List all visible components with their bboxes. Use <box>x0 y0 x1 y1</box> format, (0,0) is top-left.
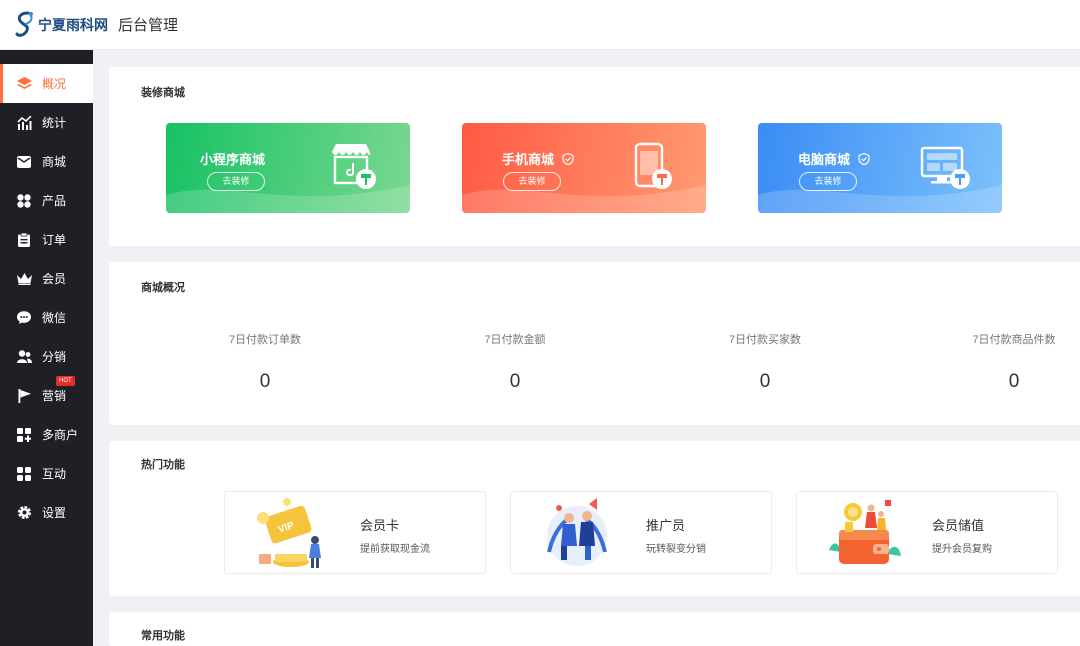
tile-title: 手机商城 <box>502 149 574 168</box>
sidebar-top-strip <box>0 50 93 64</box>
sidebar-item-label: 设置 <box>42 506 67 520</box>
layers-icon <box>16 76 32 92</box>
mobile-phone-icon <box>634 142 672 189</box>
clipboard-icon <box>16 232 32 248</box>
tile-miniprogram[interactable]: 小程序商城 去装修 <box>166 123 410 213</box>
stat-value: 0 <box>759 371 771 392</box>
sidebar-item-label: 分销 <box>42 350 67 364</box>
tile-title: 小程序商城 <box>200 149 265 168</box>
sidebar-item-label: 商城 <box>42 155 67 169</box>
stat-amount: 7日付款金额 0 <box>450 331 580 393</box>
gear-icon <box>16 505 32 521</box>
overview-title: 商城概况 <box>141 282 185 294</box>
vip-card-illustration: VIP <box>257 498 321 568</box>
sidebar-item-stats[interactable]: 统计 <box>0 103 93 142</box>
desktop-monitor-icon <box>920 146 970 189</box>
sidebar-item-label: 微信 <box>42 311 67 325</box>
chat-icon <box>16 310 32 326</box>
stat-items: 7日付款商品件数 0 <box>949 331 1079 393</box>
flag-icon <box>16 388 32 404</box>
sidebar-item-multi-merchant[interactable]: 多商户 <box>0 415 93 454</box>
sidebar-item-label: 会员 <box>42 272 67 286</box>
go-decorate-button[interactable]: 去装修 <box>503 172 561 191</box>
sidebar-item-distribution[interactable]: 分销 <box>0 337 93 376</box>
sidebar-item-marketing[interactable]: 营销 HOT <box>0 376 93 415</box>
tile-mobile[interactable]: 手机商城 去装修 <box>462 123 706 213</box>
tile-pc[interactable]: 电脑商城 去装修 <box>758 123 1002 213</box>
wallet-illustration <box>829 500 901 564</box>
feature-desc: 提前获取现金流 <box>360 544 430 555</box>
verified-shield-icon <box>562 152 574 165</box>
stat-orders: 7日付款订单数 0 <box>200 331 330 393</box>
sidebar: 概况 统计 商城 产品 订单 会员 微信 分销 营销 HOT 多商户 互动 设置 <box>0 50 93 646</box>
hot-features-card: 热门功能 VIP 会员卡 提前获取现金流 推广员 玩转裂变分销 会员储值 提升会… <box>109 441 1080 596</box>
hot-title: 热门功能 <box>141 459 185 471</box>
crown-icon <box>16 271 32 287</box>
go-decorate-button[interactable]: 去装修 <box>207 172 265 191</box>
sidebar-item-label: 订单 <box>42 233 67 247</box>
sidebar-item-mall[interactable]: 商城 <box>0 142 93 181</box>
overview-card: 商城概况 7日付款订单数 0 7日付款金额 0 7日付款买家数 0 7日付款商品… <box>109 262 1080 425</box>
stat-value: 0 <box>1008 371 1020 392</box>
tile-label: 小程序商城 <box>200 152 266 167</box>
stat-value: 0 <box>259 371 271 392</box>
feature-name: 推广员 <box>646 518 686 533</box>
sidebar-item-label: 营销 <box>42 389 67 403</box>
stat-buyers: 7日付款买家数 0 <box>700 331 830 393</box>
admin-title: 后台管理 <box>118 17 179 34</box>
sidebar-item-label: 概况 <box>42 77 67 91</box>
mail-icon <box>16 154 32 170</box>
decorate-card: 装修商城 小程序商城 去装修 手机商城 去装修 电脑商城 去装修 <box>109 67 1080 246</box>
grid-icon <box>16 466 32 482</box>
hot-badge: HOT <box>56 376 75 386</box>
feature-member-recharge[interactable]: 会员储值 提升会员复购 <box>796 491 1058 574</box>
users-icon <box>16 349 32 365</box>
common-title: 常用功能 <box>141 630 185 642</box>
stat-label: 7日付款金额 <box>484 334 546 346</box>
sidebar-item-label: 多商户 <box>42 428 79 442</box>
clover-icon <box>16 193 32 209</box>
stat-label: 7日付款买家数 <box>728 334 802 346</box>
tile-title: 电脑商城 <box>798 149 870 168</box>
logo-icon <box>15 11 33 37</box>
tile-label: 电脑商城 <box>798 152 851 167</box>
common-functions-card: 常用功能 <box>109 612 1080 646</box>
verified-shield-icon <box>858 152 870 165</box>
stat-label: 7日付款订单数 <box>228 334 302 346</box>
sidebar-item-label: 产品 <box>42 194 67 208</box>
feature-promoter[interactable]: 推广员 玩转裂变分销 <box>510 491 772 574</box>
sidebar-item-products[interactable]: 产品 <box>0 181 93 220</box>
tile-label: 手机商城 <box>502 152 555 167</box>
sidebar-item-settings[interactable]: 设置 <box>0 493 93 532</box>
bar-chart-icon <box>16 115 32 131</box>
promoter-illustration <box>547 498 607 566</box>
sidebar-item-label: 互动 <box>42 467 67 481</box>
feature-desc: 提升会员复购 <box>932 544 992 555</box>
sidebar-item-orders[interactable]: 订单 <box>0 220 93 259</box>
go-decorate-button[interactable]: 去装修 <box>799 172 857 191</box>
top-header: 宁夏雨科网 后台管理 <box>0 0 1080 50</box>
feature-member-card[interactable]: VIP 会员卡 提前获取现金流 <box>224 491 486 574</box>
stat-label: 7日付款商品件数 <box>972 334 1056 346</box>
store-icon <box>332 144 376 189</box>
feature-desc: 玩转裂变分销 <box>646 544 706 555</box>
decorate-title: 装修商城 <box>141 87 185 99</box>
store-grid-icon <box>16 427 32 443</box>
feature-name: 会员卡 <box>360 518 400 533</box>
sidebar-item-interaction[interactable]: 互动 <box>0 454 93 493</box>
feature-name: 会员储值 <box>932 518 985 533</box>
sidebar-item-wechat[interactable]: 微信 <box>0 298 93 337</box>
sidebar-item-members[interactable]: 会员 <box>0 259 93 298</box>
brand-logo[interactable]: 宁夏雨科网 <box>14 10 108 40</box>
sidebar-item-overview[interactable]: 概况 <box>0 64 93 103</box>
sidebar-item-label: 统计 <box>42 116 67 130</box>
stat-value: 0 <box>509 371 521 392</box>
logo-text: 宁夏雨科网 <box>38 17 108 34</box>
